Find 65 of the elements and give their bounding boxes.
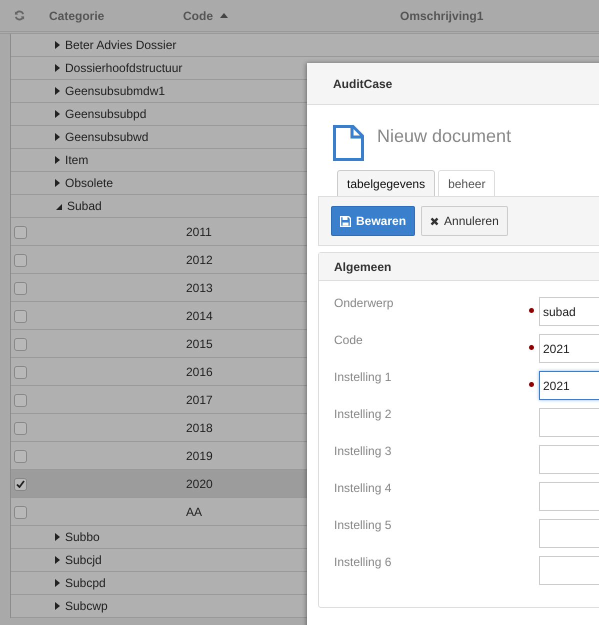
save-button[interactable]: Bewaren [331,206,416,236]
field-label: Code [333,333,364,347]
field-label: Instelling 4 [333,481,392,495]
group-label: Beter Advies Dossier [65,38,176,52]
input-field[interactable]: subad [539,297,599,326]
field-label: Instelling 1 [333,370,392,384]
checkbox[interactable] [14,478,27,491]
caret-right-icon[interactable] [55,179,60,187]
field-label: Instelling 3 [333,444,392,458]
dialog-heading: Nieuw document [377,126,512,147]
checkbox[interactable] [14,338,27,351]
caret-right-icon[interactable] [55,64,60,72]
document-icon [333,125,364,161]
caret-right-icon[interactable] [55,533,60,541]
table-cell: 2018 [186,420,213,434]
checkbox[interactable] [14,310,27,323]
caret-right-icon[interactable] [55,556,60,564]
tab[interactable]: beheer [438,170,496,196]
checkbox[interactable] [14,394,27,407]
checkbox[interactable] [14,254,27,267]
group-label: Geensubsubwd [65,130,148,144]
group-label: Subbo [65,530,100,544]
group-label: Geensubsubpd [65,107,146,121]
refresh-icon[interactable] [14,10,24,21]
save-icon [340,216,351,226]
checkbox[interactable] [14,366,27,379]
checkbox[interactable] [14,450,27,463]
caret-right-icon[interactable] [55,87,60,95]
close-icon [430,216,440,226]
table-cell: 2016 [186,364,213,378]
group-label: Subcwp [65,599,108,613]
table-cell: 2017 [186,392,213,406]
cancel-button[interactable]: Annuleren [421,206,508,236]
table-cell: 2012 [186,252,213,266]
input-field[interactable]: 2021 [539,334,599,363]
caret-right-icon[interactable] [55,579,60,587]
group-label: Item [65,153,88,167]
caret-right-icon[interactable] [55,602,60,610]
table-cell: 2013 [186,280,213,294]
checkbox[interactable] [14,422,27,435]
checkbox[interactable] [14,282,27,295]
table-cell: 2020 [186,476,213,490]
table-cell: AA [186,504,202,518]
input-field[interactable]: 2021 [539,371,599,400]
tab[interactable]: tabelgegevens [337,170,436,196]
group-label: Geensubsubmdw1 [65,84,166,98]
group-label: Dossierhoofdstructuur [65,61,182,75]
caret-down-icon[interactable] [55,202,62,210]
caret-right-icon[interactable] [55,41,60,49]
group-label: Subcpd [65,576,106,590]
group-label: Obsolete [65,176,114,190]
group-label: Subad [67,199,102,213]
field-label: Instelling 6 [333,555,392,569]
caret-right-icon[interactable] [55,110,60,118]
table-cell: 2019 [186,448,213,462]
group-row[interactable]: Beter Advies Dossier [11,34,599,57]
checkbox[interactable] [14,506,27,519]
caret-right-icon[interactable] [55,133,60,141]
caret-right-icon[interactable] [55,156,60,164]
table-cell: 2015 [186,336,213,350]
group-label: Subcjd [65,553,102,567]
table-cell: 2011 [186,224,212,238]
table-cell: 2014 [186,308,213,322]
panel-title: Algemeen [334,260,392,274]
checkbox[interactable] [14,226,27,239]
